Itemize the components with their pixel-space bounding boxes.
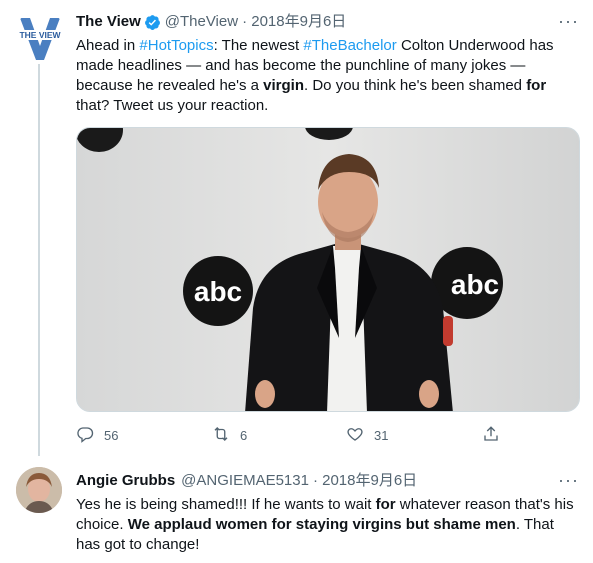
more-icon[interactable]: ···: [558, 12, 579, 30]
tweet-header: Angie Grubbs @ANGIEMAE5131 · 2018年9月6日: [76, 471, 417, 491]
like-button[interactable]: 31: [346, 425, 388, 446]
avatar-logo-text: THE VIEW: [19, 30, 61, 40]
svg-text:abc: abc: [451, 269, 499, 300]
author-name[interactable]: Angie Grubbs: [76, 471, 175, 491]
tweet-date[interactable]: · 2018年9月6日: [242, 12, 346, 32]
like-icon: [346, 425, 374, 446]
hashtag-hottopics[interactable]: #HotTopics: [139, 37, 213, 54]
reply-icon: [76, 425, 104, 446]
tweet-text: Yes he is being shamed!!! If he wants to…: [76, 496, 574, 553]
retweet-icon: [212, 425, 240, 446]
tweet-header: The View @TheView · 2018年9月6日: [76, 12, 346, 32]
tweet-reply[interactable]: Angie Grubbs @ANGIEMAE5131 · 2018年9月6日 ·…: [0, 455, 593, 563]
retweet-count: 6: [240, 428, 248, 443]
more-icon[interactable]: ···: [558, 471, 579, 489]
hashtag-thebachelor[interactable]: #TheBachelor: [303, 37, 396, 54]
tweet-actions: 56 6 31: [76, 425, 506, 447]
author-handle[interactable]: @TheView: [165, 12, 238, 32]
share-button[interactable]: [482, 425, 510, 446]
tweet-text: Ahead in #HotTopics: The newest #TheBach…: [76, 37, 554, 114]
like-count: 31: [374, 428, 389, 443]
tweet-photo[interactable]: abc abc: [76, 127, 580, 412]
reply-count: 56: [104, 428, 119, 443]
share-icon: [482, 425, 510, 446]
retweet-button[interactable]: 6: [212, 425, 247, 446]
author-name[interactable]: The View: [76, 12, 141, 32]
tweet-the-view[interactable]: THE VIEW The View @TheView · 2018年9月6日 ·…: [0, 0, 593, 456]
tweet-date[interactable]: · 2018年9月6日: [313, 471, 417, 491]
photo-scene: abc abc: [77, 128, 579, 411]
thread-line: [38, 64, 40, 456]
author-handle[interactable]: @ANGIEMAE5131: [181, 471, 309, 491]
svg-text:abc: abc: [194, 276, 242, 307]
verified-icon: [144, 14, 161, 31]
avatar-angie-grubbs[interactable]: [16, 467, 62, 513]
avatar-the-view[interactable]: THE VIEW: [14, 10, 66, 62]
abc-logo-left: abc: [183, 256, 253, 326]
reply-button[interactable]: 56: [76, 425, 118, 446]
